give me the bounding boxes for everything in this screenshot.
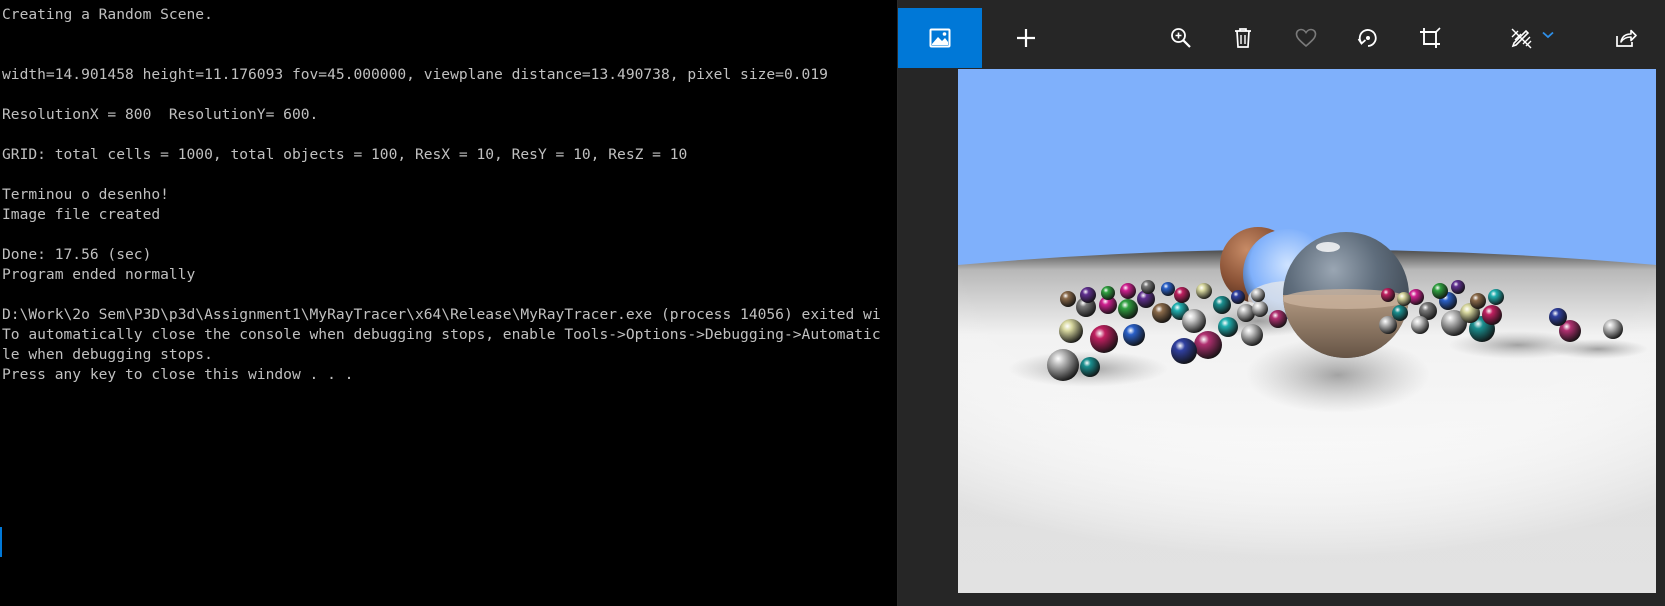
console-line: Image file created xyxy=(2,206,161,223)
add-button[interactable] xyxy=(998,8,1054,68)
console-line: Terminou o desenho! xyxy=(2,186,169,203)
scene-sphere xyxy=(1392,305,1408,321)
scene-sphere xyxy=(1549,308,1567,326)
scene-sphere xyxy=(1152,303,1172,323)
plus-icon xyxy=(1017,29,1035,47)
scene-sphere xyxy=(1482,305,1502,325)
scene-sphere xyxy=(1397,292,1411,306)
rotate-button[interactable] xyxy=(1340,8,1396,68)
console-line: To automatically close the console when … xyxy=(2,326,881,343)
console-window[interactable]: Creating a Random Scene. width=14.901458 … xyxy=(0,0,898,606)
scene-sphere xyxy=(1182,309,1206,333)
view-image-button[interactable] xyxy=(898,8,982,68)
scene-sphere xyxy=(1488,289,1504,305)
share-button[interactable] xyxy=(1598,8,1654,68)
crop-icon xyxy=(1420,27,1441,48)
console-line: width=14.901458 height=11.176093 fov=45.… xyxy=(2,66,828,83)
edit-draw-icon xyxy=(1511,28,1532,49)
scene-sphere xyxy=(1080,287,1096,303)
console-line: le when debugging stops. xyxy=(2,346,213,363)
scene-sphere xyxy=(1269,310,1287,328)
scene-sphere xyxy=(1252,301,1268,317)
scene-sphere xyxy=(1218,317,1238,337)
scene-sphere xyxy=(1231,290,1245,304)
scene-sphere xyxy=(1196,283,1212,299)
scene-sphere xyxy=(1120,283,1136,299)
heart-icon xyxy=(1295,28,1317,48)
scene-sphere xyxy=(1161,282,1175,296)
scene-sphere xyxy=(1171,338,1197,364)
console-line: Creating a Random Scene. xyxy=(2,6,213,23)
rendered-image[interactable] xyxy=(958,69,1656,593)
console-line: D:\Work\2o Sem\P3D\p3d\Assignment1\MyRay… xyxy=(2,306,881,323)
scene-sphere xyxy=(1060,291,1076,307)
zoom-in-icon xyxy=(1171,28,1191,48)
console-line: GRID: total cells = 1000, total objects … xyxy=(2,146,688,163)
console-line: Press any key to close this window . . . xyxy=(2,366,354,383)
console-output: Creating a Random Scene. width=14.901458 … xyxy=(2,5,897,385)
ray-traced-scene-image xyxy=(958,69,1656,593)
scene-sphere xyxy=(1451,280,1465,294)
edit-create-button[interactable] xyxy=(1498,8,1566,68)
scene-sphere xyxy=(1379,316,1397,334)
delete-button[interactable] xyxy=(1215,8,1271,68)
scene-sphere xyxy=(1470,293,1486,309)
scene-sphere xyxy=(1047,349,1079,381)
scene-sphere xyxy=(1603,319,1623,339)
chevron-down-icon xyxy=(1542,31,1554,39)
scene-sphere xyxy=(1381,288,1395,302)
picture-icon xyxy=(929,28,951,48)
scene-sphere xyxy=(1059,319,1083,343)
scene-sphere xyxy=(1213,296,1231,314)
scene-sphere xyxy=(1241,324,1263,346)
photos-toolbar xyxy=(898,8,1665,68)
trash-icon xyxy=(1235,28,1251,48)
scene-sphere xyxy=(1174,287,1190,303)
scene-sphere xyxy=(1090,325,1118,353)
scene-sphere xyxy=(1123,324,1145,346)
scene-sphere xyxy=(1101,286,1115,300)
zoom-button[interactable] xyxy=(1153,8,1209,68)
console-line: Program ended normally xyxy=(2,266,196,283)
photos-app xyxy=(898,0,1665,606)
scene-sphere xyxy=(1080,357,1100,377)
scene-sphere xyxy=(1432,283,1448,299)
scene-sphere xyxy=(1411,316,1429,334)
console-edge-indicator xyxy=(0,527,2,557)
scene-sphere xyxy=(1237,304,1255,322)
scene-sphere xyxy=(1118,299,1138,319)
console-line: ResolutionX = 800 ResolutionY= 600. xyxy=(2,106,319,123)
favorite-button[interactable] xyxy=(1278,8,1334,68)
scene-sphere xyxy=(1194,331,1222,359)
rotate-icon xyxy=(1357,29,1377,47)
crop-button[interactable] xyxy=(1402,8,1458,68)
console-line: Done: 17.56 (sec) xyxy=(2,246,152,263)
scene-sphere xyxy=(1141,280,1155,294)
share-icon xyxy=(1616,29,1637,47)
scene-sphere xyxy=(1251,288,1265,302)
